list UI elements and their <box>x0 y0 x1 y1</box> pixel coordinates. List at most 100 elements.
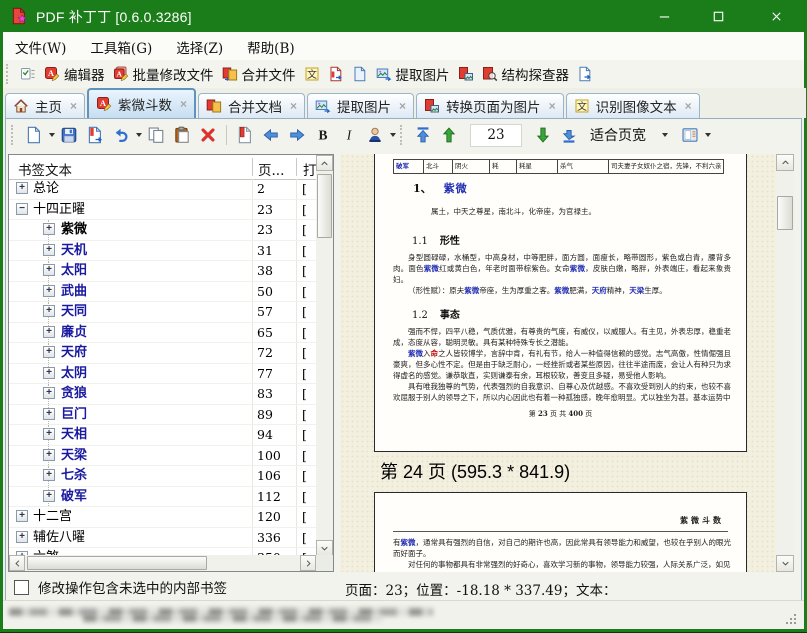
insert-bookmark-button[interactable] <box>233 123 257 147</box>
scroll-chevron-up-button[interactable] <box>316 155 333 171</box>
next-page-button[interactable] <box>531 123 555 147</box>
export-info-button[interactable] <box>324 64 348 84</box>
bookmark-row[interactable]: − 十四正曜 23 [ <box>9 200 316 220</box>
expander-icon[interactable]: + <box>43 284 55 297</box>
document-info-button[interactable] <box>348 64 372 84</box>
scroll-chevron-right-button[interactable] <box>300 555 316 571</box>
italic-button[interactable]: I <box>337 123 361 147</box>
pdf-page-24[interactable]: 紫微斗数 有紫微，通常具有强烈的自信，对自己的期许也高，因此常具有领导能力和威望… <box>374 492 747 572</box>
go-forward-button[interactable] <box>285 123 309 147</box>
delete-button[interactable] <box>196 123 220 147</box>
page-number-input[interactable] <box>470 123 522 147</box>
merge-files-button[interactable]: 合并文件 <box>218 62 300 86</box>
expander-icon[interactable]: + <box>43 346 55 358</box>
new-document-button[interactable] <box>22 123 46 147</box>
tab-close-icon[interactable]: × <box>549 99 556 113</box>
bookmark-row[interactable]: + 天相 94 [ <box>9 425 316 446</box>
expander-icon[interactable]: + <box>43 448 55 461</box>
first-page-button[interactable] <box>411 123 435 147</box>
expander-icon[interactable]: + <box>43 387 55 399</box>
scroll-chevron-down-button[interactable] <box>776 555 794 572</box>
expander-icon[interactable]: + <box>43 489 55 502</box>
undo-button[interactable] <box>109 123 133 147</box>
tab-close-icon[interactable]: × <box>290 99 297 113</box>
go-back-button[interactable] <box>259 123 283 147</box>
save-button[interactable] <box>57 123 81 147</box>
scroll-chevron-up-button[interactable] <box>776 154 794 171</box>
menu-help[interactable]: 帮助(B) <box>235 32 306 60</box>
scroll-thumb[interactable] <box>317 174 332 238</box>
resize-grip[interactable] <box>784 612 796 624</box>
expander-icon[interactable]: + <box>43 428 55 440</box>
tree-horizontal-scrollbar[interactable] <box>9 555 316 571</box>
tab-close-icon[interactable]: × <box>70 99 77 113</box>
chevron-down-icon[interactable] <box>660 123 669 147</box>
bold-button[interactable]: B <box>311 123 335 147</box>
editor-button[interactable]: A 编辑器 <box>40 62 109 86</box>
bookmark-row[interactable]: + 贪狼 83 [ <box>9 384 316 405</box>
expander-icon[interactable]: + <box>43 264 55 276</box>
bookmark-row[interactable]: + 总论 2 [ <box>9 179 316 200</box>
bookmark-row[interactable]: + 太阳 38 [ <box>9 261 316 282</box>
bookmark-row[interactable]: + 武曲 50 [ <box>9 281 316 302</box>
dropdown-arrow-icon[interactable] <box>47 123 56 147</box>
include-unselected-option[interactable]: 修改操作包含未选中的内部书签 <box>14 577 227 597</box>
batch-modify-button[interactable]: A 批量修改文件 <box>109 62 218 86</box>
preview-vertical-scrollbar[interactable] <box>776 154 794 572</box>
bookmark-row[interactable]: + 十二宫 120 [ <box>9 507 316 528</box>
close-button[interactable] <box>753 0 799 32</box>
paste-button[interactable] <box>170 123 194 147</box>
scroll-thumb[interactable] <box>27 556 207 570</box>
expander-icon[interactable]: + <box>43 407 55 420</box>
tab-pages-to-images[interactable]: 转换页面为图片 × <box>416 93 564 118</box>
copy-button[interactable] <box>144 123 168 147</box>
scroll-thumb[interactable] <box>777 196 793 230</box>
maximize-button[interactable] <box>695 0 741 32</box>
tab-merge-documents[interactable]: 合并文档 × <box>198 93 306 118</box>
tab-close-icon[interactable]: × <box>685 99 692 113</box>
bookmark-row[interactable]: + 天梁 100 [ <box>9 445 316 466</box>
minimize-button[interactable] <box>641 0 687 32</box>
column-page[interactable]: 页... <box>258 159 284 179</box>
expander-icon[interactable]: + <box>43 243 55 256</box>
expander-icon[interactable]: + <box>43 223 55 235</box>
bookmark-row[interactable]: + 廉贞 65 [ <box>9 322 316 343</box>
tab-home[interactable]: 主页 × <box>5 93 86 118</box>
dropdown-arrow-icon[interactable] <box>134 123 143 147</box>
pdf-page-23[interactable]: 破军 北斗 阴火耗耗星 杀气 司夫妻子女奴仆之宿，先锋，不利六亲 1、 紫微 属土，中天之… <box>374 154 747 452</box>
bookmark-row[interactable]: + 天机 31 [ <box>9 240 316 261</box>
last-page-button[interactable] <box>557 123 581 147</box>
bookmark-row[interactable]: + 太阴 77 [ <box>9 363 316 384</box>
zoom-mode-select[interactable]: 适合页宽 <box>586 121 673 149</box>
expander-icon[interactable]: + <box>43 305 55 317</box>
extract-images-button[interactable]: 提取图片 <box>372 62 454 86</box>
bookmark-row[interactable]: + 辅佐八曜 336 [ <box>9 528 316 548</box>
ocr-button[interactable]: 文 <box>300 64 324 84</box>
column-action[interactable]: 打 <box>303 159 317 179</box>
scroll-chevron-left-button[interactable] <box>9 555 25 571</box>
scroll-chevron-down-button[interactable] <box>316 540 333 556</box>
reader-mode-button[interactable] <box>678 123 702 147</box>
column-bookmark-text[interactable]: 书签文本 <box>18 159 72 179</box>
bookmark-row[interactable]: + 巨门 89 [ <box>9 404 316 425</box>
menu-toolbox[interactable]: 工具箱(G) <box>78 32 164 60</box>
bookmark-row[interactable]: + 破军 112 [ <box>9 486 316 507</box>
expander-icon[interactable]: + <box>43 469 55 481</box>
dropdown-arrow-icon[interactable] <box>388 123 397 147</box>
expander-icon[interactable]: + <box>16 530 28 543</box>
tab-extract-images[interactable]: 提取图片 × <box>307 93 415 118</box>
export-doc-button[interactable] <box>573 64 597 84</box>
bookmark-row[interactable]: + 紫微 23 [ <box>9 220 316 241</box>
tab-close-icon[interactable]: × <box>180 97 187 111</box>
menu-select[interactable]: 选择(Z) <box>164 32 235 60</box>
tab-ocr-text[interactable]: 文识别图像文本 × <box>565 93 700 118</box>
expander-icon[interactable]: + <box>43 366 55 379</box>
include-unselected-checkbox[interactable] <box>14 579 29 595</box>
pdf-preview-panel[interactable]: 破军 北斗 阴火耗耗星 杀气 司夫妻子女奴仆之宿，先锋，不利六亲 1、 紫微 属土，中天之… <box>340 154 776 572</box>
select-options-button[interactable] <box>16 64 40 84</box>
previous-page-button[interactable] <box>437 123 461 147</box>
expander-icon[interactable]: + <box>16 182 28 194</box>
bookmark-row[interactable]: + 天府 72 [ <box>9 343 316 364</box>
save-bookmarks-button[interactable] <box>83 123 107 147</box>
expander-icon[interactable]: + <box>43 325 55 338</box>
